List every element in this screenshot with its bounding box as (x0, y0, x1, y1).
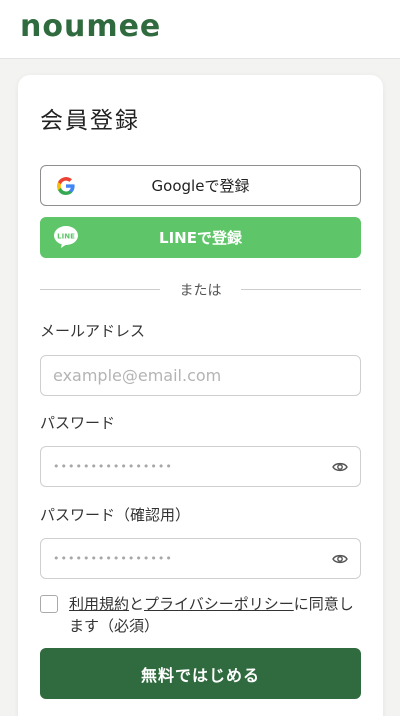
terms-and-text: と (129, 595, 145, 613)
line-icon: LINE (54, 226, 78, 248)
page-title: 会員登録 (40, 108, 140, 134)
line-signup-button[interactable]: LINE LINEで登録 (40, 217, 361, 258)
header: noumee (0, 0, 400, 59)
password-confirm-label: パスワード（確認用） (40, 506, 191, 524)
terms-link[interactable]: 利用規約 (69, 595, 129, 613)
logo-text: noumee (20, 9, 162, 44)
svg-text:LINE: LINE (57, 233, 75, 241)
or-divider: または (40, 280, 361, 300)
terms-checkbox[interactable] (40, 595, 58, 613)
password-confirm-masked-value: •••••••••••••••• (53, 552, 173, 565)
line-signup-label: LINEで登録 (159, 229, 242, 247)
signup-card: 会員登録 Googleで登録 LINE LINEで登録 または メールアドレス … (18, 75, 383, 716)
email-field[interactable] (53, 356, 323, 395)
google-signup-label: Googleで登録 (151, 177, 250, 195)
password-masked-value: •••••••••••••••• (53, 460, 173, 473)
terms-text: 利用規約とプライバシーポリシーに同意します（必須） (69, 593, 361, 637)
divider-text: または (179, 283, 222, 299)
password-label: パスワード (40, 414, 116, 432)
google-signup-button[interactable]: Googleで登録 (40, 165, 361, 206)
password-confirm-field[interactable]: •••••••••••••••• (40, 538, 361, 579)
submit-button[interactable]: 無料ではじめる (40, 648, 361, 699)
logo[interactable]: noumee (20, 10, 161, 44)
eye-icon[interactable] (332, 460, 348, 474)
password-field[interactable]: •••••••••••••••• (40, 446, 361, 487)
google-icon (57, 177, 75, 195)
eye-icon[interactable] (332, 552, 348, 566)
divider-line-right (241, 289, 361, 290)
email-label: メールアドレス (40, 322, 146, 340)
email-field-wrapper (40, 355, 361, 396)
submit-label: 無料ではじめる (140, 665, 260, 685)
privacy-link[interactable]: プライバシーポリシー (144, 595, 294, 613)
